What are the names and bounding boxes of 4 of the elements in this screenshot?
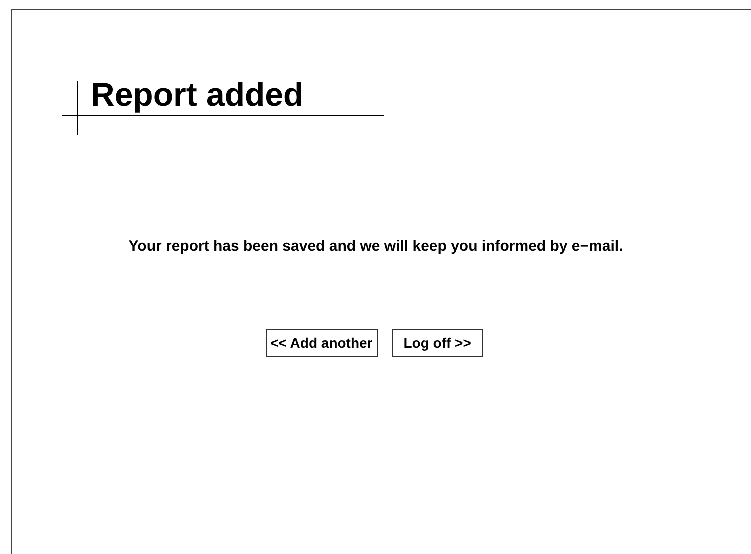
- add-another-button[interactable]: << Add another: [266, 329, 378, 357]
- page-title: Report added: [91, 75, 304, 115]
- log-off-button[interactable]: Log off >>: [392, 329, 484, 357]
- confirmation-message: Your report has been saved and we will keep you informed by e−mail.: [128, 238, 624, 255]
